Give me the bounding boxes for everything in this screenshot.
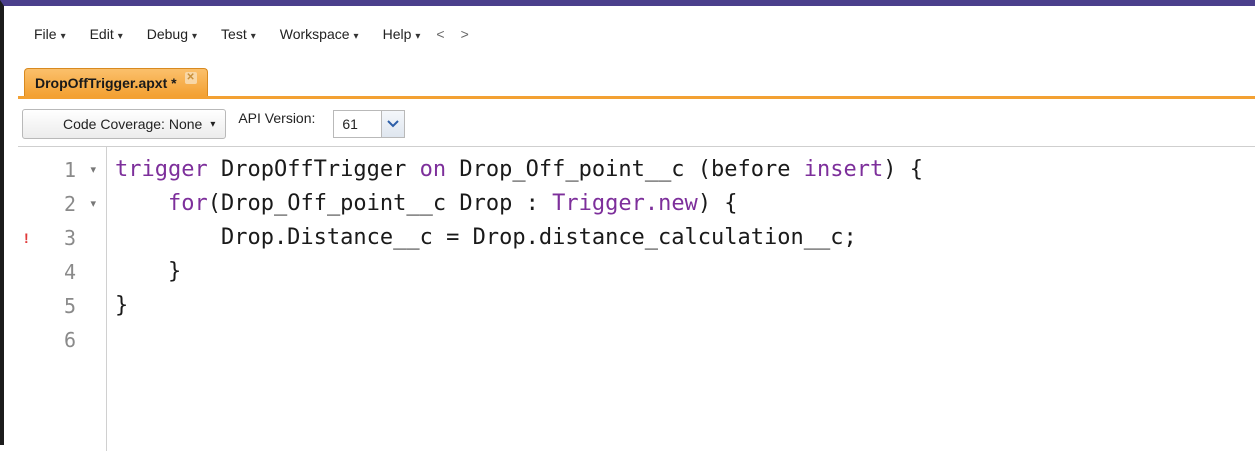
keyword-token: for: [167, 191, 208, 216]
tab-dropofftrigger[interactable]: DropOffTrigger.apxt * ✕: [24, 68, 208, 96]
code-line: for(Drop_Off_point__c Drop : Trigger.new…: [115, 187, 738, 221]
menu-help-label: Help: [382, 26, 412, 42]
line-number: 5: [63, 294, 76, 318]
menu-edit[interactable]: Edit ▾: [66, 14, 123, 42]
line-number: 1: [63, 158, 76, 182]
menu-debug-label: Debug: [146, 26, 189, 42]
code-token: (Drop_Off_point__c Drop :: [207, 191, 553, 216]
keyword-token: Trigger.new: [552, 191, 698, 216]
api-version-select[interactable]: 61: [333, 110, 406, 138]
forward-arrow-icon[interactable]: >: [445, 14, 469, 42]
code-token: Drop_Off_point__c (before: [446, 157, 804, 182]
menu-file-label: File: [34, 26, 57, 42]
code-coverage-label: Code Coverage: None: [63, 116, 203, 132]
keyword-token: on: [419, 157, 447, 182]
chevron-down-icon[interactable]: [381, 111, 405, 137]
menu-test-label: Test: [221, 26, 247, 42]
keyword-token: insert: [803, 157, 884, 182]
line-number: 4: [63, 260, 76, 284]
editor-window: File ▾ Edit ▾ Debug ▾ Test ▾ Workspace ▾ Help…: [0, 0, 1255, 451]
api-version-label: API Version:: [238, 110, 316, 126]
line-number: 3: [63, 226, 76, 250]
close-icon[interactable]: ✕: [184, 71, 197, 84]
api-version-value: 61: [342, 116, 358, 132]
fold-toggle-icon[interactable]: ▾: [90, 153, 96, 187]
code-token: ) {: [697, 191, 738, 216]
code-token: DropOffTrigger: [207, 157, 420, 182]
code-line: Drop.Distance__c = Drop.distance_calcula…: [115, 225, 857, 250]
menu-help[interactable]: Help ▾: [359, 14, 421, 42]
tab-title: DropOffTrigger.apxt *: [35, 74, 177, 91]
line-number: 2: [63, 192, 76, 216]
tab-strip: DropOffTrigger.apxt * ✕: [18, 62, 1255, 99]
code-area[interactable]: trigger DropOffTrigger on Drop_Off_point…: [107, 147, 1255, 451]
code-token: ) {: [883, 157, 923, 182]
code-line: }: [115, 293, 129, 318]
chevron-down-icon: ▾: [210, 118, 216, 130]
keyword-token: trigger: [115, 157, 208, 182]
code-line: }: [115, 259, 182, 284]
menu-bar: File ▾ Edit ▾ Debug ▾ Test ▾ Workspace ▾ Help…: [10, 14, 1250, 62]
back-arrow-icon[interactable]: <: [420, 14, 444, 42]
code-line: trigger DropOffTrigger on Drop_Off_point…: [115, 153, 923, 187]
code-editor[interactable]: 1 ▾ 2 ▾ ! 3 4 5 6 trigger DropOffTrigger…: [18, 147, 1255, 451]
code-coverage-dropdown[interactable]: Code Coverage: None ▾: [22, 109, 227, 139]
menu-test[interactable]: Test ▾: [197, 14, 256, 42]
warning-icon[interactable]: !: [24, 221, 29, 255]
menu-workspace-label: Workspace: [279, 26, 350, 42]
menu-file[interactable]: File ▾: [10, 14, 66, 42]
menu-edit-label: Edit: [89, 26, 114, 42]
line-number-gutter: 1 ▾ 2 ▾ ! 3 4 5 6: [18, 147, 107, 451]
line-number: 6: [63, 328, 76, 352]
menu-workspace[interactable]: Workspace ▾: [256, 14, 359, 42]
editor-toolbar: Code Coverage: None ▾ API Version: 61: [18, 102, 1255, 147]
fold-toggle-icon[interactable]: ▾: [90, 187, 96, 221]
menu-debug[interactable]: Debug ▾: [123, 14, 197, 42]
